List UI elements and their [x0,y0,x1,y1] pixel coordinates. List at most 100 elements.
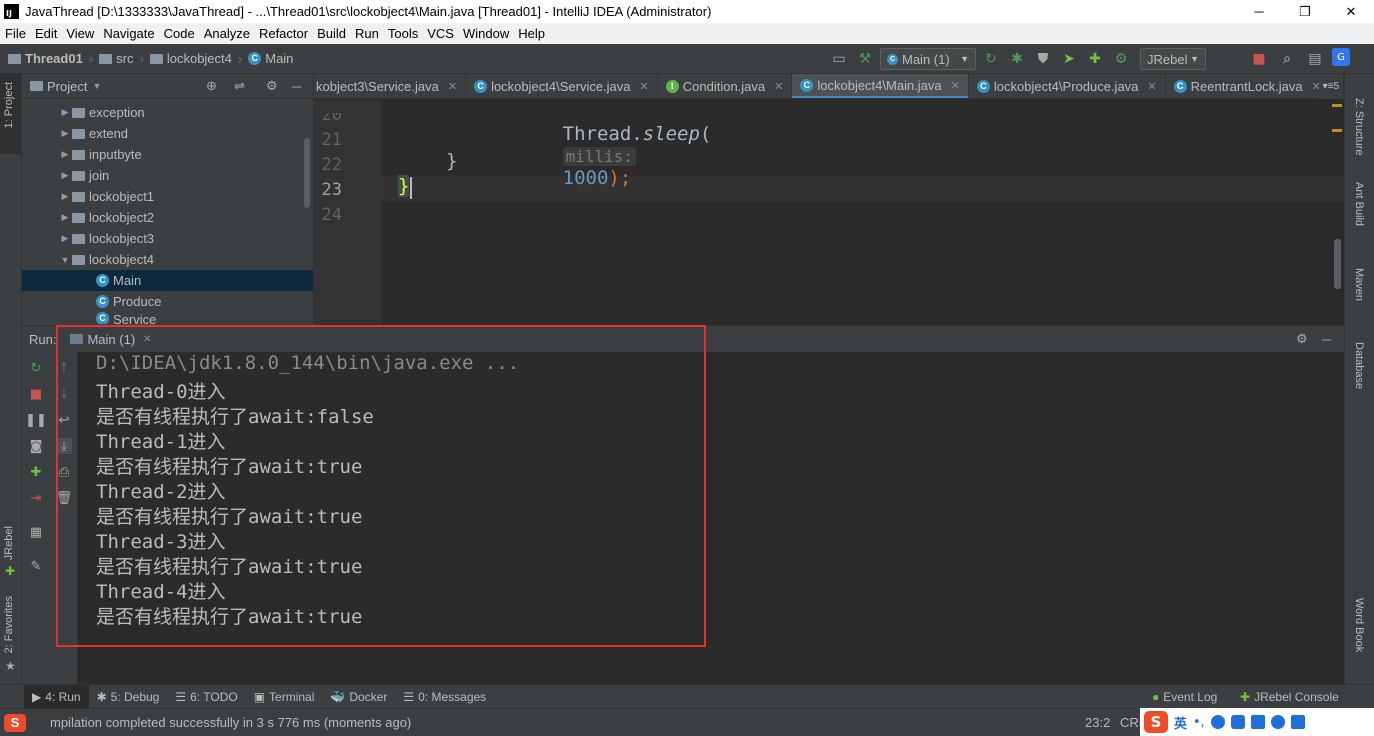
cursor-position[interactable]: 23:2 [1085,715,1110,730]
chevron-right-icon[interactable]: ▶ [58,212,72,223]
arrow-up-icon[interactable]: ↑ [56,360,72,376]
locate-icon[interactable]: ⊕ [206,78,217,94]
tab-todo[interactable]: ☰ 6: TODO [167,685,245,709]
breadcrumb-class[interactable]: Main [265,51,293,66]
hide-icon[interactable]: ─ [292,79,301,94]
breadcrumb-project[interactable]: Thread01 [25,51,83,66]
tab-event-log[interactable]: ● Event Log [1144,685,1225,709]
chevron-right-icon[interactable]: ▶ [58,107,72,118]
punctuation-icon[interactable]: •, [1193,715,1205,730]
project-structure-icon[interactable]: ▤ [1304,48,1326,70]
favorites-tool-label[interactable]: 2: Favorites [3,596,15,653]
minimize-button[interactable]: ─ [1236,0,1282,23]
menu-build[interactable]: Build [317,26,346,41]
chevron-right-icon[interactable]: ▶ [58,170,72,181]
tree-folder-join[interactable]: ▶ join [22,165,313,186]
tab-lockobject4-produce[interactable]: Clockobject4\Produce.java ✕ [969,74,1166,98]
menu-help[interactable]: Help [518,26,545,41]
menu-code[interactable]: Code [164,26,195,41]
tree-class-main[interactable]: C Main [22,270,313,291]
tab-reentrantlock[interactable]: C ReentrantLock.java ✕ [1166,74,1330,98]
restore-button[interactable]: ❐ [1282,0,1328,23]
build-hammer-icon[interactable]: ⚒ [854,48,876,70]
tab-messages[interactable]: ☰ 0: Messages [395,685,494,709]
chevron-down-icon[interactable]: ▼ [58,255,72,265]
scroll-to-end-icon[interactable]: ⤓ [56,438,72,454]
jrebel-debug-icon[interactable]: ✚ [1084,48,1106,70]
camera-icon[interactable]: ◙ [28,438,44,454]
pin-icon[interactable]: ✎ [28,558,44,574]
tree-folder-inputbyte[interactable]: ▶ inputbyte [22,144,313,165]
tree-folder-lockobject2[interactable]: ▶ lockobject2 [22,207,313,228]
close-icon[interactable]: ✕ [951,79,960,92]
tree-class-service[interactable]: C Service [22,312,313,324]
structure-tool-label[interactable]: Z: Structure [1353,98,1365,155]
trash-icon[interactable]: 🗑 [56,490,73,506]
emoji-icon[interactable] [1210,715,1225,729]
translate-icon[interactable]: G [1332,48,1350,66]
rerun-icon[interactable]: ↻ [28,360,44,376]
close-icon[interactable]: ✕ [640,80,649,93]
close-icon[interactable]: ✕ [774,80,783,93]
toolbox-icon[interactable] [1290,715,1305,729]
editor-scrollbar[interactable] [1334,239,1341,289]
collapse-icon[interactable]: ⇌ [234,78,245,94]
tree-folder-exception[interactable]: ▶ exception [22,102,313,123]
rerun-icon[interactable]: ↻ [980,48,1002,70]
tree-folder-lockobject1[interactable]: ▶ lockobject1 [22,186,313,207]
tree-folder-extend[interactable]: ▶ extend [22,123,313,144]
print-icon[interactable]: ⎙ [56,464,72,480]
run-tab[interactable]: Main (1) ✕ [70,332,152,347]
tab-lockobject4-service[interactable]: Clockobject4\Service.java ✕ [466,74,658,98]
coverage-icon[interactable]: ⛊ [1032,48,1054,70]
menu-window[interactable]: Window [463,26,509,41]
jrebel-update-icon[interactable]: ✚ [28,464,44,480]
microphone-icon[interactable] [1230,715,1245,729]
chevron-right-icon[interactable]: ▶ [58,128,72,139]
menu-file[interactable]: File [5,26,26,41]
arrow-down-icon[interactable]: ↓ [56,386,72,402]
menu-view[interactable]: View [66,26,94,41]
run-config-select[interactable]: C Main (1) ▼ [880,48,976,70]
ime-language[interactable]: 英 [1174,713,1187,732]
search-icon[interactable]: ⌕ [1276,48,1298,70]
skin-icon[interactable] [1270,715,1285,729]
layout-icon[interactable]: ▭ [828,48,850,70]
word-book-tool-label[interactable]: Word Book [1353,598,1365,652]
project-panel-title[interactable]: Project [47,79,87,94]
close-icon[interactable]: ✕ [448,80,457,93]
jrebel-select[interactable]: JRebel ▼ [1140,48,1206,70]
debug-icon[interactable]: ✱ [1006,48,1028,70]
tab-docker[interactable]: 🐳 Docker [322,685,395,709]
tree-folder-lockobject3[interactable]: ▶ lockobject3 [22,228,313,249]
code-line-20[interactable]: Thread.sleep( millis: 1000); [494,101,711,211]
close-icon[interactable]: ✕ [1147,80,1156,93]
tab-terminal[interactable]: ▣ Terminal [246,685,323,709]
bundle-icon[interactable]: ⚙ [1110,48,1132,70]
tree-scrollbar[interactable] [304,138,310,208]
close-button[interactable]: ✕ [1328,0,1374,23]
tab-condition[interactable]: I Condition.java ✕ [658,74,793,98]
chevron-down-icon[interactable]: ▼ [92,81,101,91]
keyboard-icon[interactable] [1250,715,1265,729]
gear-icon[interactable]: ⚙ [1296,331,1308,347]
jrebel-run-icon[interactable]: ➤ [1058,48,1080,70]
menu-tools[interactable]: Tools [388,26,418,41]
exit-icon[interactable]: ⇥ [28,490,44,506]
menu-refactor[interactable]: Refactor [259,26,308,41]
code-line-22[interactable]: } [446,150,457,172]
breadcrumb-package[interactable]: lockobject4 [167,51,232,66]
project-tool-label[interactable]: 1: Project [3,82,15,128]
jrebel-tool-label[interactable]: JRebel [3,526,15,560]
chevron-right-icon[interactable]: ▶ [58,149,72,160]
tab-lockobject4-main[interactable]: Clockobject4\Main.java ✕ [792,74,969,98]
hide-icon[interactable]: ─ [1322,332,1331,347]
maven-tool-label[interactable]: Maven [1353,268,1365,301]
tab-jrebel-console[interactable]: ✚ JRebel Console [1232,685,1347,709]
layout-icon[interactable]: ▦ [28,524,44,540]
gear-icon[interactable]: ⚙ [266,78,278,94]
ant-build-tool-label[interactable]: Ant Build [1353,182,1365,226]
stop-icon[interactable]: ■ [28,386,44,402]
menu-run[interactable]: Run [355,26,379,41]
soft-wrap-icon[interactable]: ↩ [56,412,72,428]
